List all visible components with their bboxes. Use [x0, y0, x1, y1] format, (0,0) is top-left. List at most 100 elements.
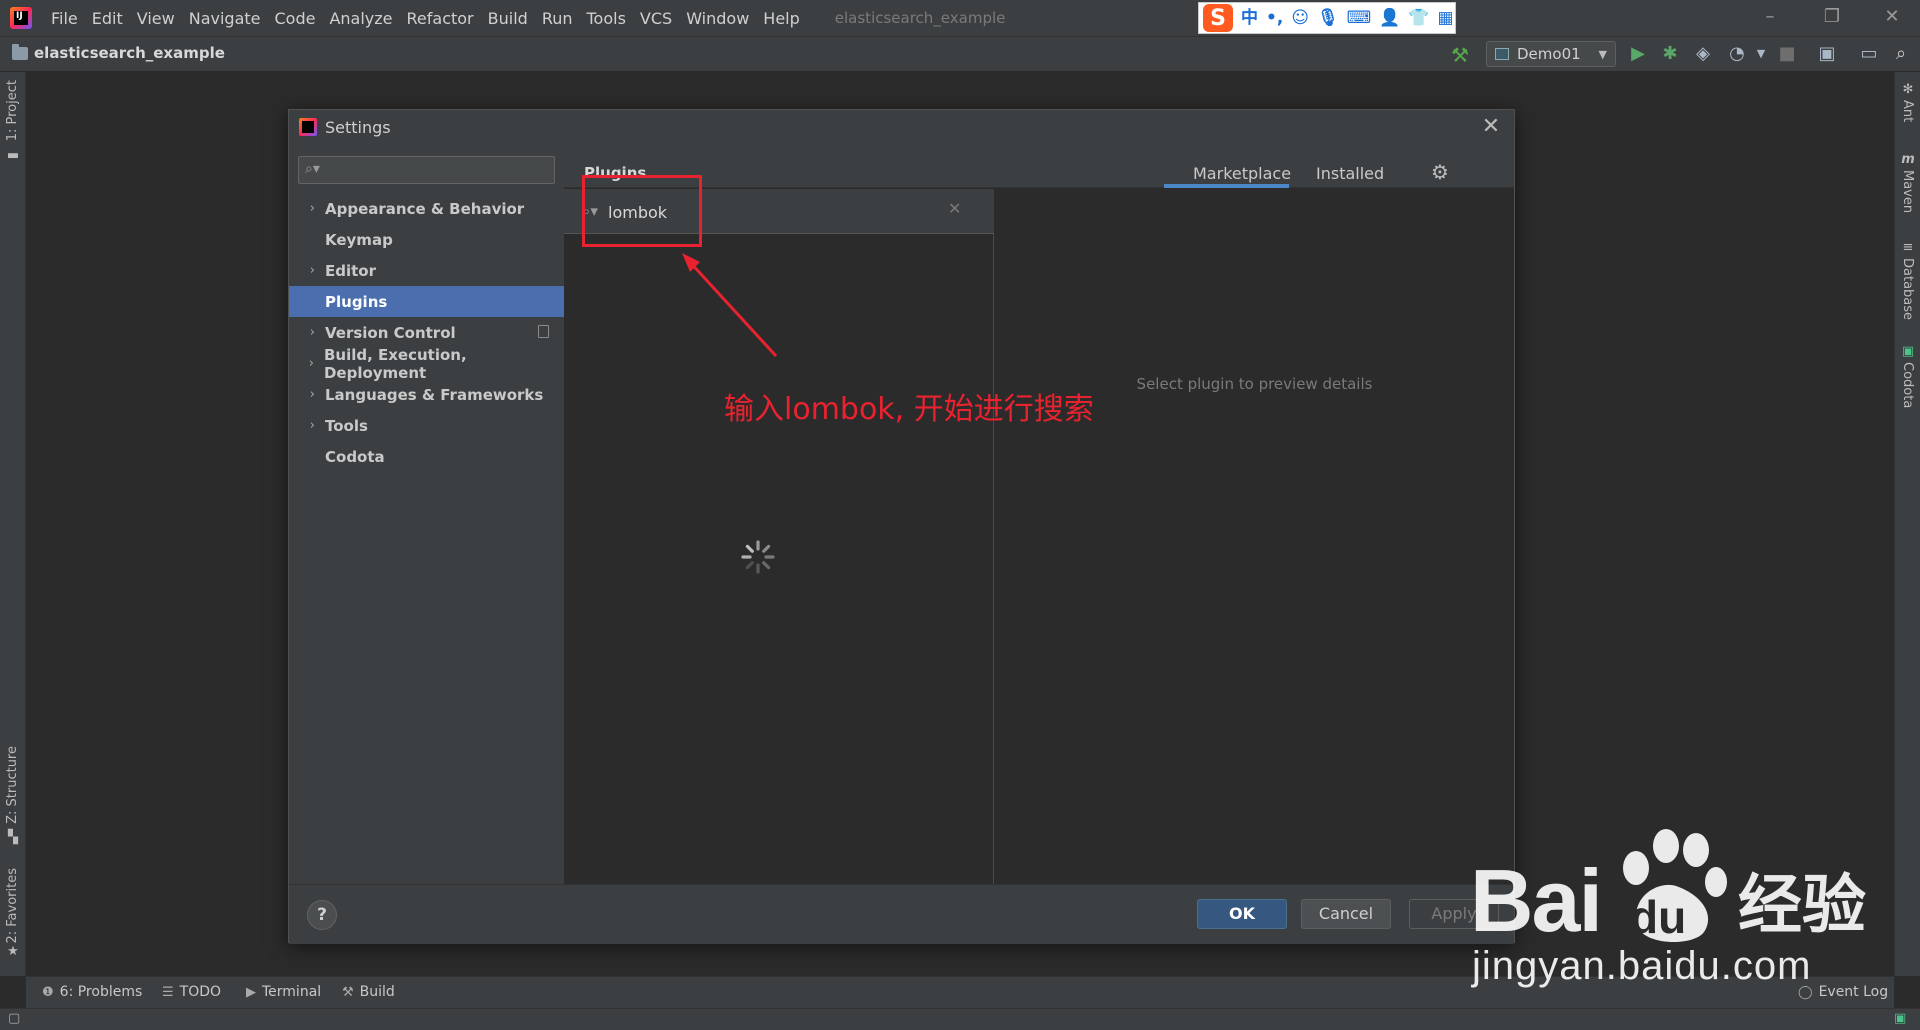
list-icon: ☰	[162, 984, 174, 1000]
menu-refactor[interactable]: Refactor	[400, 9, 481, 28]
project-name: elasticsearch_example	[34, 44, 225, 62]
minimize-icon[interactable]: –	[1756, 6, 1784, 30]
codota-status-icon[interactable]: ▣	[1894, 1011, 1906, 1026]
hammer-icon: ⚒	[342, 984, 354, 1000]
menu-analyze[interactable]: Analyze	[322, 9, 399, 28]
tab-ant[interactable]: Ant	[1900, 100, 1915, 122]
tab-installed[interactable]: Installed	[1316, 164, 1384, 183]
menu-vcs[interactable]: VCS	[633, 9, 679, 28]
menu-tools[interactable]: Tools	[580, 9, 633, 28]
annotation-highlight-box	[582, 175, 702, 247]
tab-favorites[interactable]: 2: Favorites	[5, 868, 20, 944]
shirt-icon[interactable]: 👕	[1408, 9, 1429, 27]
search-everywhere-icon[interactable]: ⌕	[1890, 43, 1912, 65]
restore-icon[interactable]: ❐	[1818, 6, 1846, 30]
tab-structure[interactable]: Z: Structure	[5, 746, 20, 824]
gear-icon[interactable]: ⚙	[1431, 160, 1449, 184]
chevron-right-icon: ›	[309, 201, 315, 216]
menu-run[interactable]: Run	[535, 9, 580, 28]
ok-button[interactable]: OK	[1197, 899, 1287, 929]
sidebar-item-label: Version Control	[325, 323, 456, 342]
ime-lang-toggle[interactable]: 中	[1241, 9, 1258, 27]
microphone-icon[interactable]: 🎙	[1317, 9, 1339, 27]
baidu-watermark: Bai du 经验 jingyan.baidu.com	[1470, 820, 1890, 992]
sidebar-item-appearance[interactable]: › Appearance & Behavior	[289, 193, 564, 224]
sidebar-item-label: Editor	[325, 261, 376, 280]
sidebar-item-label: Codota	[325, 447, 385, 466]
coverage-icon[interactable]: ◈	[1692, 43, 1714, 65]
grid-icon[interactable]: ▦	[1438, 9, 1454, 27]
menu-window[interactable]: Window	[679, 9, 756, 28]
sidebar-item-languages[interactable]: › Languages & Frameworks	[289, 379, 564, 410]
profile-icon[interactable]: ◔	[1726, 43, 1748, 65]
settings-search-input[interactable]: ⌕▾	[298, 156, 555, 184]
build-hammer-icon[interactable]: ⚒	[1451, 43, 1469, 67]
clear-icon[interactable]: ✕	[948, 199, 961, 218]
breadcrumb[interactable]: elasticsearch_example	[12, 43, 225, 62]
todo-tab[interactable]: ☰ TODO	[162, 984, 221, 1000]
terminal-tab[interactable]: ▶ Terminal	[246, 984, 321, 1000]
tab-codota[interactable]: Codota	[1900, 362, 1915, 408]
project-level-icon	[538, 325, 549, 338]
menu-file[interactable]: File	[44, 9, 85, 28]
sidebar-item-tools[interactable]: › Tools	[289, 410, 564, 441]
watermark-du: du	[1630, 891, 1687, 943]
chevron-down-icon: ▼	[1598, 47, 1607, 61]
tab-project[interactable]: 1: Project	[5, 80, 20, 141]
watermark-jingyan: 经验	[1738, 869, 1866, 943]
sogou-logo-icon[interactable]: S	[1203, 4, 1233, 32]
cancel-button[interactable]: Cancel	[1301, 899, 1391, 929]
menu-view[interactable]: View	[130, 9, 182, 28]
menu-bar: IJ File Edit View Navigate Code Analyze …	[0, 0, 1920, 36]
tab-maven[interactable]: Maven	[1900, 170, 1915, 213]
menu-help[interactable]: Help	[756, 9, 806, 28]
user-icon[interactable]: 👤	[1379, 9, 1400, 27]
sidebar-item-keymap[interactable]: Keymap	[289, 224, 564, 255]
dialog-titlebar: Settings ✕	[289, 110, 1514, 146]
menu-code[interactable]: Code	[268, 9, 323, 28]
menu-navigate[interactable]: Navigate	[182, 9, 268, 28]
chevron-right-icon: ›	[309, 387, 315, 402]
chevron-right-icon: ›	[309, 325, 315, 340]
profile-dropdown-icon[interactable]: ▼	[1750, 43, 1772, 65]
run-config-select[interactable]: Demo01 ▼	[1486, 41, 1616, 67]
tab-database[interactable]: Database	[1900, 258, 1915, 320]
terminal-icon: ▶	[246, 984, 256, 1000]
chevron-right-icon: ›	[308, 356, 314, 371]
sidebar-item-build-execution[interactable]: › Build, Execution, Deployment	[289, 346, 564, 382]
project-structure-icon[interactable]: ▣	[1816, 43, 1838, 65]
tab-marketplace[interactable]: Marketplace	[1193, 164, 1291, 183]
stop-icon[interactable]: ■	[1776, 43, 1798, 65]
layout-icon[interactable]: ▭	[1858, 43, 1880, 65]
intellij-logo-icon: IJ	[10, 7, 32, 29]
help-button[interactable]: ?	[307, 900, 337, 930]
window-close-icon[interactable]: ✕	[1878, 6, 1906, 30]
plugin-details: Select plugin to preview details	[995, 189, 1514, 884]
active-tab-indicator	[1164, 184, 1289, 188]
left-tool-stripe: 1: Project ▬ Z: Structure ▚ 2: Favorites…	[0, 72, 26, 976]
menu-edit[interactable]: Edit	[85, 9, 130, 28]
sidebar-item-version-control[interactable]: › Version Control	[289, 317, 564, 348]
debug-icon[interactable]: ✱	[1659, 43, 1681, 65]
folder-icon	[12, 43, 28, 60]
sidebar-item-codota[interactable]: Codota	[289, 441, 564, 472]
watermark-url: jingyan.baidu.com	[1472, 944, 1812, 988]
sidebar-item-label: Appearance & Behavior	[325, 199, 525, 218]
sidebar-item-plugins[interactable]: Plugins	[289, 286, 564, 317]
keyboard-icon[interactable]: ⌨	[1347, 9, 1372, 27]
build-tab[interactable]: ⚒ Build	[342, 984, 395, 1000]
problems-tab[interactable]: ❶ 6: Problems	[42, 984, 142, 1000]
menu-build[interactable]: Build	[481, 9, 535, 28]
chevron-right-icon: ›	[309, 263, 315, 278]
emoji-icon[interactable]: ☺	[1291, 9, 1309, 27]
search-icon: ⌕▾	[305, 161, 320, 177]
problems-label: 6: Problems	[59, 984, 143, 1000]
ime-punct-toggle[interactable]: •,	[1266, 9, 1283, 27]
sidebar-item-editor[interactable]: › Editor	[289, 255, 564, 286]
panel-toggle-icon[interactable]: ▢	[8, 1011, 20, 1026]
annotation-text: 输入lombok, 开始进行搜索	[724, 392, 1094, 427]
sidebar-item-label: Keymap	[325, 230, 393, 249]
run-icon[interactable]: ▶	[1627, 43, 1649, 65]
run-config-icon	[1495, 48, 1509, 60]
close-icon[interactable]: ✕	[1476, 114, 1506, 140]
